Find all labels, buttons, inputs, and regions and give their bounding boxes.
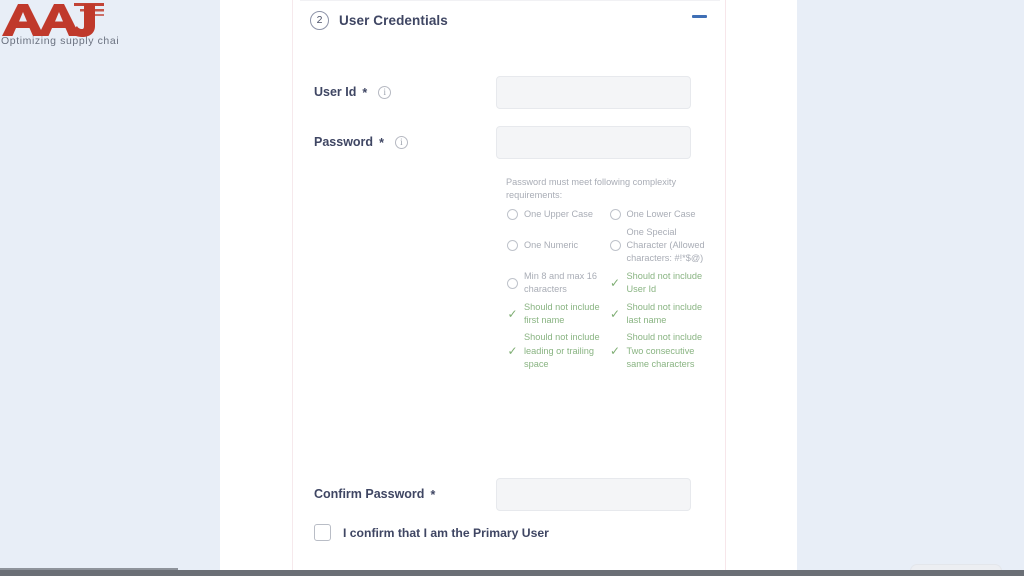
- brand-logo: Optimizing supply chains: [0, 0, 118, 46]
- password-rule-label: Should not include Two consecutive same …: [626, 332, 703, 370]
- check-icon: ✓: [609, 344, 621, 359]
- card-right-rule: [725, 0, 726, 570]
- user-id-required-marker: *: [362, 86, 368, 100]
- user-id-label-group: User Id * i: [300, 85, 496, 100]
- user-id-label: User Id: [314, 85, 357, 99]
- password-rule-label: One Upper Case: [524, 209, 593, 220]
- confirm-password-required-marker: *: [430, 488, 436, 502]
- password-rule-label: Should not include leading or trailing s…: [524, 332, 600, 370]
- password-rule: ✓ Should not include Two consecutive sam…: [609, 331, 712, 371]
- password-rule-label: Should not include first name: [524, 301, 600, 326]
- window-bottom-bar: [0, 570, 1024, 576]
- primary-user-checkbox[interactable]: [314, 524, 331, 541]
- page-background: 2 User Credentials User Id * i Password …: [0, 0, 1024, 576]
- user-id-row: User Id * i: [300, 73, 720, 111]
- confirm-password-input[interactable]: [496, 477, 691, 511]
- window-bottom-bar-left: [0, 568, 178, 570]
- password-complexity-title: Password must meet following complexity …: [506, 177, 677, 200]
- password-rule-label: One Special Character (Allowed character…: [626, 226, 705, 264]
- user-credentials-panel: 2 User Credentials User Id * i Password …: [300, 0, 1002, 576]
- card-left-rule: [292, 0, 293, 570]
- password-rule: One Numeric: [506, 226, 609, 266]
- password-row: Password * i: [300, 123, 720, 161]
- radio-unchecked-icon: [506, 277, 519, 289]
- password-label: Password: [314, 135, 374, 149]
- password-rule-list: One Upper Case One Lower Case One Numeri…: [506, 208, 711, 375]
- confirm-password-label-group: Confirm Password *: [300, 487, 496, 502]
- header-divider: [300, 0, 720, 1]
- user-id-input[interactable]: [496, 75, 691, 109]
- confirm-password-label: Confirm Password: [314, 487, 425, 501]
- primary-user-label[interactable]: I confirm that I am the Primary User: [343, 526, 549, 540]
- info-icon[interactable]: i: [378, 85, 392, 99]
- password-required-marker: *: [379, 136, 384, 150]
- minus-icon[interactable]: [692, 8, 708, 24]
- primary-user-confirm-row: I confirm that I am the Primary User: [314, 524, 549, 541]
- password-rule-label: One Numeric: [524, 240, 579, 250]
- password-rule: One Special Character (Allowed character…: [609, 226, 712, 266]
- password-rule: Min 8 and max 16 characters: [506, 270, 609, 297]
- check-icon: ✓: [609, 306, 621, 321]
- check-icon: ✓: [507, 306, 518, 321]
- minus-icon-bar: [692, 15, 707, 18]
- radio-unchecked-icon: [609, 209, 622, 221]
- password-rule-label: Min 8 and max 16 characters: [524, 270, 598, 295]
- password-rule: ✓ Should not include leading or trailing…: [506, 331, 609, 371]
- password-rule: ✓ Should not include last name: [609, 301, 712, 328]
- password-rule: One Lower Case: [609, 208, 712, 221]
- password-input[interactable]: [496, 125, 691, 159]
- radio-unchecked-icon: [609, 240, 622, 252]
- section-header: 2 User Credentials: [310, 4, 720, 36]
- check-icon: ✓: [507, 344, 518, 359]
- info-icon[interactable]: i: [394, 135, 408, 149]
- radio-unchecked-icon: [506, 209, 519, 221]
- password-rule-label: Should not include last name: [626, 301, 703, 326]
- password-rule-label: Should not include User Id: [626, 270, 703, 295]
- step-number-badge: 2: [310, 10, 329, 30]
- check-icon: ✓: [609, 275, 621, 290]
- radio-unchecked-icon: [506, 240, 519, 252]
- password-label-group: Password * i: [300, 135, 496, 150]
- password-rule: ✓ Should not include first name: [506, 301, 609, 328]
- password-rule-label: One Lower Case: [626, 209, 696, 220]
- password-rule: One Upper Case: [506, 208, 609, 221]
- confirm-password-row: Confirm Password *: [300, 475, 720, 513]
- section-title: User Credentials: [339, 12, 448, 28]
- password-complexity-block: Password must meet following complexity …: [506, 176, 711, 376]
- password-rule: ✓ Should not include User Id: [609, 270, 712, 297]
- brand-tagline: Optimizing supply chains: [1, 35, 118, 46]
